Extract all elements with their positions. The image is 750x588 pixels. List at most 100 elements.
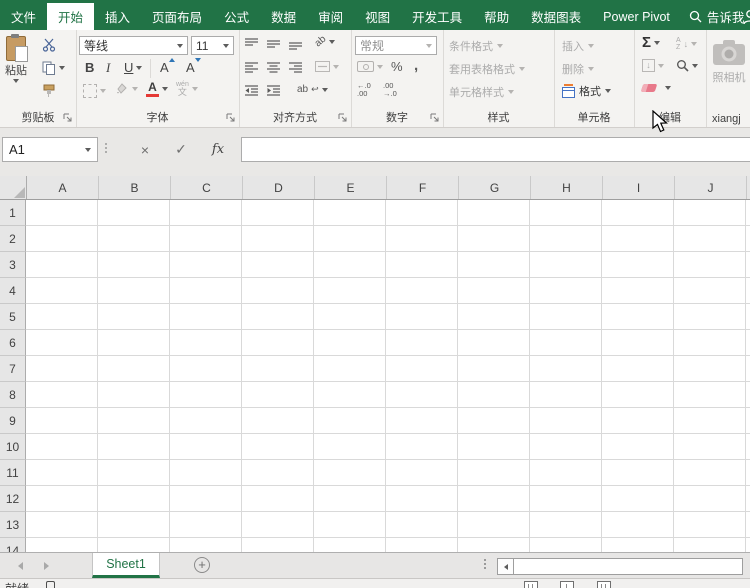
- horizontal-scrollbar[interactable]: [497, 558, 743, 575]
- grid-cell[interactable]: [314, 330, 386, 356]
- autosum-caret[interactable]: [654, 40, 661, 45]
- align-right-button[interactable]: [289, 61, 302, 73]
- grid-cell[interactable]: [458, 382, 530, 408]
- scroll-left-button[interactable]: [497, 558, 514, 575]
- grid-cell[interactable]: [602, 226, 674, 252]
- grid-cell[interactable]: [242, 252, 314, 278]
- grid-cell[interactable]: [98, 512, 170, 538]
- grid-cell[interactable]: [746, 304, 750, 330]
- paste-dropdown-caret[interactable]: [13, 79, 19, 83]
- column-header-J[interactable]: J: [675, 176, 747, 199]
- tell-me-box[interactable]: 告诉我: [681, 3, 750, 30]
- add-sheet-button[interactable]: +: [194, 557, 210, 573]
- tab-scroll-splitter[interactable]: [484, 559, 486, 569]
- grid-cell[interactable]: [530, 460, 602, 486]
- font-family-combo[interactable]: 等线: [79, 36, 188, 55]
- grid-cell[interactable]: [314, 200, 386, 226]
- grid-cell[interactable]: [674, 356, 746, 382]
- font-size-combo[interactable]: 11: [191, 36, 234, 55]
- menu-tab-formulas[interactable]: 公式: [213, 3, 260, 30]
- find-select-button[interactable]: [676, 59, 698, 72]
- fill-color-button[interactable]: [114, 82, 138, 96]
- grid-cell[interactable]: [746, 200, 750, 226]
- sort-filter-button[interactable]: A Z ↓: [676, 37, 698, 51]
- grid-cell[interactable]: [458, 486, 530, 512]
- grid-cell[interactable]: [602, 252, 674, 278]
- grid-cell[interactable]: [26, 538, 98, 552]
- grid-cell[interactable]: [386, 330, 458, 356]
- column-header-A[interactable]: A: [27, 176, 99, 199]
- grid-cell[interactable]: [530, 538, 602, 552]
- clear-button[interactable]: [640, 84, 671, 92]
- grid-cell[interactable]: [242, 512, 314, 538]
- grid-cell[interactable]: [170, 226, 242, 252]
- grid-cell[interactable]: [746, 278, 750, 304]
- menu-tab-data[interactable]: 数据: [260, 3, 307, 30]
- grid-cell[interactable]: [746, 252, 750, 278]
- grid-cell[interactable]: [674, 382, 746, 408]
- grid-cell[interactable]: [242, 330, 314, 356]
- grid-cell[interactable]: [242, 408, 314, 434]
- formula-input[interactable]: [241, 137, 750, 162]
- sheet-tab-sheet1[interactable]: Sheet1: [92, 553, 160, 578]
- grid-cell[interactable]: [674, 304, 746, 330]
- menu-tab-data-chart[interactable]: 数据图表: [520, 3, 592, 30]
- find-caret[interactable]: [692, 63, 698, 68]
- grid-cell[interactable]: [458, 278, 530, 304]
- grid-cell[interactable]: [242, 226, 314, 252]
- autosum-button[interactable]: Σ: [642, 35, 661, 50]
- bold-button[interactable]: B: [85, 60, 94, 75]
- conditional-formatting-caret[interactable]: [497, 44, 503, 48]
- grid-cell[interactable]: [602, 356, 674, 382]
- sheet-nav-prev-icon[interactable]: [18, 562, 23, 570]
- font-family-caret[interactable]: [177, 43, 183, 48]
- fill-button[interactable]: ↓: [642, 59, 664, 72]
- grid-cell[interactable]: [602, 382, 674, 408]
- grid-cell[interactable]: [746, 538, 750, 552]
- view-page-layout-icon[interactable]: [560, 581, 574, 588]
- grid-cell[interactable]: [530, 356, 602, 382]
- grid-cell[interactable]: [26, 512, 98, 538]
- menu-tab-file[interactable]: 文件: [0, 3, 47, 30]
- row-header-13[interactable]: 13: [0, 512, 26, 538]
- number-format-combo[interactable]: 常规: [355, 36, 437, 55]
- grid-cell[interactable]: [458, 200, 530, 226]
- grid-cell[interactable]: [458, 434, 530, 460]
- row-header-8[interactable]: 8: [0, 382, 26, 408]
- grid-cell[interactable]: [314, 460, 386, 486]
- alignment-dialog-launcher[interactable]: [338, 113, 348, 123]
- grid-cell[interactable]: [530, 200, 602, 226]
- grid-cell[interactable]: [530, 382, 602, 408]
- user-icon[interactable]: [741, 8, 750, 26]
- grid-cell[interactable]: [314, 226, 386, 252]
- grid-cell[interactable]: [602, 330, 674, 356]
- grid-cell[interactable]: [602, 304, 674, 330]
- grid-cell[interactable]: [26, 382, 98, 408]
- grid-cell[interactable]: [530, 512, 602, 538]
- grid-cell[interactable]: [458, 226, 530, 252]
- grid-cell[interactable]: [602, 408, 674, 434]
- delete-cells-button[interactable]: 删除: [562, 61, 750, 588]
- grid-cell[interactable]: [746, 434, 750, 460]
- grid-cell[interactable]: [242, 304, 314, 330]
- number-dialog-launcher[interactable]: [430, 113, 440, 123]
- grid-cell[interactable]: [26, 278, 98, 304]
- clear-caret[interactable]: [665, 86, 671, 90]
- grid-cell[interactable]: [170, 538, 242, 552]
- formula-bar-splitter[interactable]: [105, 143, 107, 153]
- grid-cell[interactable]: [242, 460, 314, 486]
- italic-button[interactable]: I: [106, 60, 110, 76]
- underline-button[interactable]: U: [124, 60, 143, 75]
- insert-function-button[interactable]: fx: [205, 137, 231, 162]
- grid-cell[interactable]: [674, 538, 746, 552]
- grid-cell[interactable]: [530, 486, 602, 512]
- grid-cell[interactable]: [314, 434, 386, 460]
- grid-cell[interactable]: [530, 278, 602, 304]
- grid-cell[interactable]: [170, 460, 242, 486]
- grid-cell[interactable]: [458, 304, 530, 330]
- align-middle-button[interactable]: [267, 38, 280, 50]
- menu-tab-view[interactable]: 视图: [354, 3, 401, 30]
- accounting-format-button[interactable]: [357, 61, 383, 72]
- menu-tab-home[interactable]: 开始: [47, 3, 95, 30]
- grid-cell[interactable]: [458, 252, 530, 278]
